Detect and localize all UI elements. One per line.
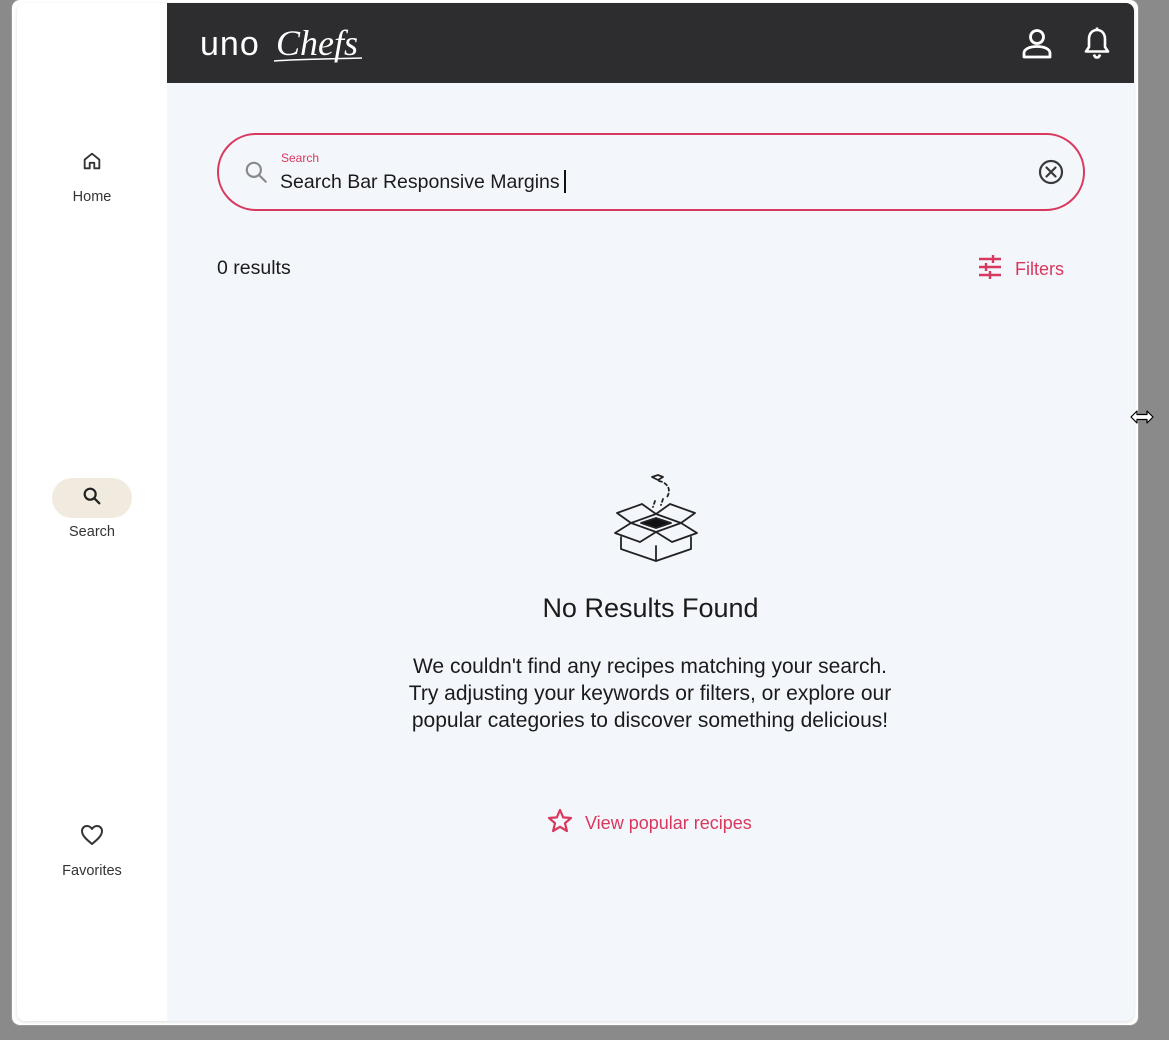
search-bar[interactable]: Search xyxy=(217,133,1085,211)
home-icon xyxy=(81,150,103,177)
empty-box-icon xyxy=(611,471,701,571)
search-field-label: Search xyxy=(281,151,320,165)
nav-item-favorites-indicator xyxy=(52,817,132,857)
navigation-rail: Home Search Favorites xyxy=(17,3,167,1021)
nav-item-favorites[interactable]: Favorites xyxy=(17,817,167,879)
svg-text:uno: uno xyxy=(200,25,260,63)
search-page: Search 0 results xyxy=(167,83,1134,1021)
star-icon xyxy=(547,808,573,839)
nav-item-search-label: Search xyxy=(69,524,115,540)
resize-cursor-icon xyxy=(1130,409,1154,430)
filters-label: Filters xyxy=(1015,258,1064,279)
nav-item-search[interactable]: Search xyxy=(17,478,167,540)
app-window: Home Search Favorites uno Chefs Search S… xyxy=(12,0,1138,1025)
view-popular-recipes-label: View popular recipes xyxy=(585,812,752,833)
heart-icon xyxy=(80,824,104,851)
search-input[interactable] xyxy=(280,169,980,195)
results-count: 0 results xyxy=(217,257,291,279)
nav-item-home-indicator xyxy=(52,143,132,183)
view-popular-recipes-button[interactable]: View popular recipes xyxy=(547,808,752,839)
user-icon[interactable] xyxy=(1017,23,1057,63)
search-icon xyxy=(243,159,269,190)
nav-item-home[interactable]: Home xyxy=(17,143,167,205)
bell-icon[interactable] xyxy=(1077,23,1117,63)
top-app-bar: uno Chefs xyxy=(167,3,1134,83)
unochefs-logo[interactable]: uno Chefs xyxy=(200,21,370,70)
empty-state-title: No Results Found xyxy=(542,593,759,623)
filters-button[interactable]: Filters xyxy=(977,254,1064,285)
nav-item-search-indicator xyxy=(52,478,132,518)
search-icon xyxy=(81,485,103,512)
tune-icon xyxy=(977,254,1003,285)
svg-text:Chefs: Chefs xyxy=(276,23,358,63)
nav-item-home-label: Home xyxy=(72,189,112,205)
empty-state-message: We couldn't find any recipes matching yo… xyxy=(408,655,892,732)
nav-item-favorites-label: Favorites xyxy=(62,863,122,879)
text-caret xyxy=(564,170,566,193)
clear-search-button[interactable] xyxy=(1037,158,1065,186)
close-circle-icon xyxy=(1037,159,1065,190)
app-root: Home Search Favorites uno Chefs Search S… xyxy=(17,3,1134,1021)
